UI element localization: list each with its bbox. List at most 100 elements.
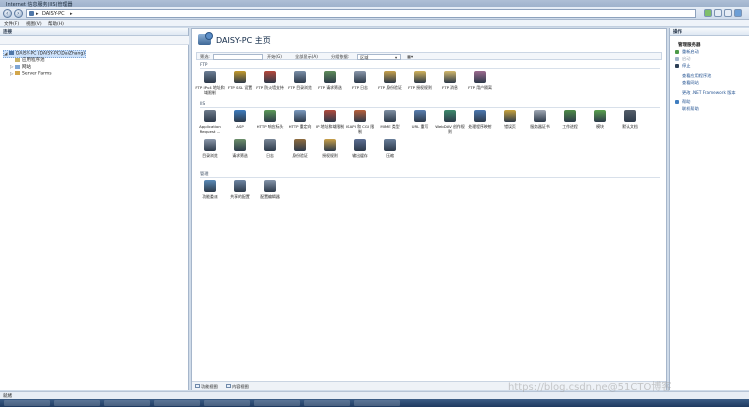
taskbar: [0, 399, 749, 407]
view-sites-link[interactable]: 查看网站: [682, 80, 699, 86]
feature-item[interactable]: 默认文档: [614, 110, 646, 129]
feature-item[interactable]: URL 重写: [404, 110, 436, 129]
mime-types-icon: [384, 110, 396, 122]
feature-item[interactable]: IP 地址和域限制: [314, 110, 346, 129]
configuration-editor-icon: [264, 180, 276, 192]
help-icon[interactable]: [734, 9, 742, 17]
feature-item[interactable]: 工作进程: [554, 110, 586, 129]
filter-input[interactable]: [213, 53, 263, 60]
modules-icon: [594, 110, 606, 122]
group-by-select[interactable]: 区域 ▾: [357, 53, 401, 60]
forward-arrow-icon: ›: [17, 9, 20, 17]
home-icon[interactable]: [724, 9, 732, 17]
menu-help[interactable]: 帮助(H): [48, 21, 64, 27]
feature-item[interactable]: HTTP 重定向: [284, 110, 316, 129]
show-all-button[interactable]: 全部显示(A): [295, 54, 318, 60]
refresh-icon[interactable]: [704, 9, 712, 17]
feature-item[interactable]: MIME 类型: [374, 110, 406, 129]
feature-item[interactable]: 身份验证: [284, 139, 316, 158]
webdav-authoring-icon: [444, 110, 456, 122]
feature-label: FTP IPv4 地址和域限制: [195, 85, 225, 95]
ftp-user-isolation-icon: [474, 71, 486, 83]
back-button[interactable]: ‹: [3, 9, 12, 18]
feature-label: 错误页: [504, 124, 516, 129]
sites-icon: [15, 64, 20, 69]
feature-item[interactable]: 授权规则: [314, 139, 346, 158]
feature-label: FTP 请求筛选: [318, 85, 342, 90]
tree-node-sites[interactable]: ▷ 网站: [10, 64, 31, 70]
tab-features-view[interactable]: 功能视图: [201, 384, 218, 390]
stop-icon: [675, 64, 679, 68]
taskbar-item[interactable]: [54, 400, 100, 406]
forward-button[interactable]: ›: [14, 9, 23, 18]
feature-item[interactable]: 服务器证书: [524, 110, 556, 129]
view-app-pools-link[interactable]: 查看应用程序池: [682, 73, 711, 79]
feature-item[interactable]: FTP 日志: [344, 71, 376, 90]
feature-item[interactable]: FTP 授权规则: [404, 71, 436, 90]
go-button[interactable]: 开始(G): [267, 54, 282, 60]
stop-link[interactable]: 停止: [682, 63, 690, 69]
feature-item[interactable]: FTP 防火墙支持: [254, 71, 286, 90]
filter-label: 筛选:: [200, 54, 210, 59]
feature-item[interactable]: 日志: [254, 139, 286, 158]
stop-icon[interactable]: [714, 9, 722, 17]
help-link[interactable]: 帮助: [682, 99, 690, 105]
taskbar-item[interactable]: [204, 400, 250, 406]
feature-item[interactable]: 请求筛选: [224, 139, 256, 158]
restart-link[interactable]: 重新启动: [682, 49, 699, 55]
taskbar-item[interactable]: [104, 400, 150, 406]
feature-label: 日志: [266, 153, 274, 158]
address-path[interactable]: DAISY-PC: [42, 11, 65, 17]
feature-label: Application Request ...: [199, 124, 221, 134]
feature-item[interactable]: FTP 身份验证: [374, 71, 406, 90]
feature-item[interactable]: FTP 请求筛选: [314, 71, 346, 90]
taskbar-item[interactable]: [4, 400, 50, 406]
start-link[interactable]: 启动: [682, 56, 690, 62]
tree-node-app-pools[interactable]: 应用程序池: [10, 57, 45, 63]
feature-item[interactable]: 共享的配置: [224, 180, 256, 199]
feature-label: 配置编辑器: [260, 194, 280, 199]
menu-file[interactable]: 文件(F): [4, 21, 19, 27]
feature-item[interactable]: FTP 目录浏览: [284, 71, 316, 90]
server-farms-icon: [15, 71, 20, 75]
feature-item[interactable]: FTP IPv4 地址和域限制: [194, 71, 226, 95]
address-separator: ▸: [36, 11, 39, 17]
taskbar-item[interactable]: [154, 400, 200, 406]
change-dotnet-link[interactable]: 更改 .NET Framework 版本: [682, 90, 736, 96]
feature-item[interactable]: 输出缓存: [344, 139, 376, 158]
feature-item[interactable]: 错误页: [494, 110, 526, 129]
feature-item[interactable]: 模块: [584, 110, 616, 129]
feature-item[interactable]: Application Request ...: [194, 110, 226, 134]
feature-label: FTP 授权规则: [408, 85, 432, 90]
feature-item[interactable]: 配置编辑器: [254, 180, 286, 199]
tree-node-server-farms-label: Server Farms: [22, 71, 52, 77]
view-mode-icon[interactable]: ▦▾: [407, 54, 413, 59]
feature-item[interactable]: FTP 用户隔离: [464, 71, 496, 90]
taskbar-item[interactable]: [354, 400, 400, 406]
ftp-firewall-icon: [264, 71, 276, 83]
feature-item[interactable]: ASP: [224, 110, 256, 129]
feature-item[interactable]: 压缩: [374, 139, 406, 158]
http-response-headers-icon: [264, 110, 276, 122]
address-separator-trailing: ▸: [70, 11, 73, 17]
feature-item[interactable]: FTP 消息: [434, 71, 466, 90]
feature-label: FTP 消息: [442, 85, 458, 90]
menu-view[interactable]: 视图(V): [26, 21, 42, 27]
connections-title: 连接: [3, 30, 12, 35]
authorization-rules-icon: [324, 139, 336, 151]
feature-item[interactable]: FTP SSL 设置: [224, 71, 256, 90]
tree-node-server-farms[interactable]: ▷ Server Farms: [10, 71, 52, 77]
feature-label: HTTP 重定向: [288, 124, 312, 129]
feature-item[interactable]: WebDAV 创作规则: [434, 110, 466, 134]
address-bar[interactable]: ▸ DAISY-PC ▸: [26, 9, 696, 18]
tab-content-view[interactable]: 内容视图: [232, 384, 249, 390]
online-help-link[interactable]: 联机帮助: [682, 106, 699, 112]
taskbar-item[interactable]: [304, 400, 350, 406]
feature-item[interactable]: 处理程序映射: [464, 110, 496, 129]
feature-item[interactable]: 功能委派: [194, 180, 226, 199]
feature-label: FTP 日志: [352, 85, 368, 90]
feature-item[interactable]: 目录浏览: [194, 139, 226, 158]
feature-item[interactable]: ISAPI 和 CGI 限制: [344, 110, 376, 134]
feature-item[interactable]: HTTP 响应标头: [254, 110, 286, 129]
taskbar-item[interactable]: [254, 400, 300, 406]
